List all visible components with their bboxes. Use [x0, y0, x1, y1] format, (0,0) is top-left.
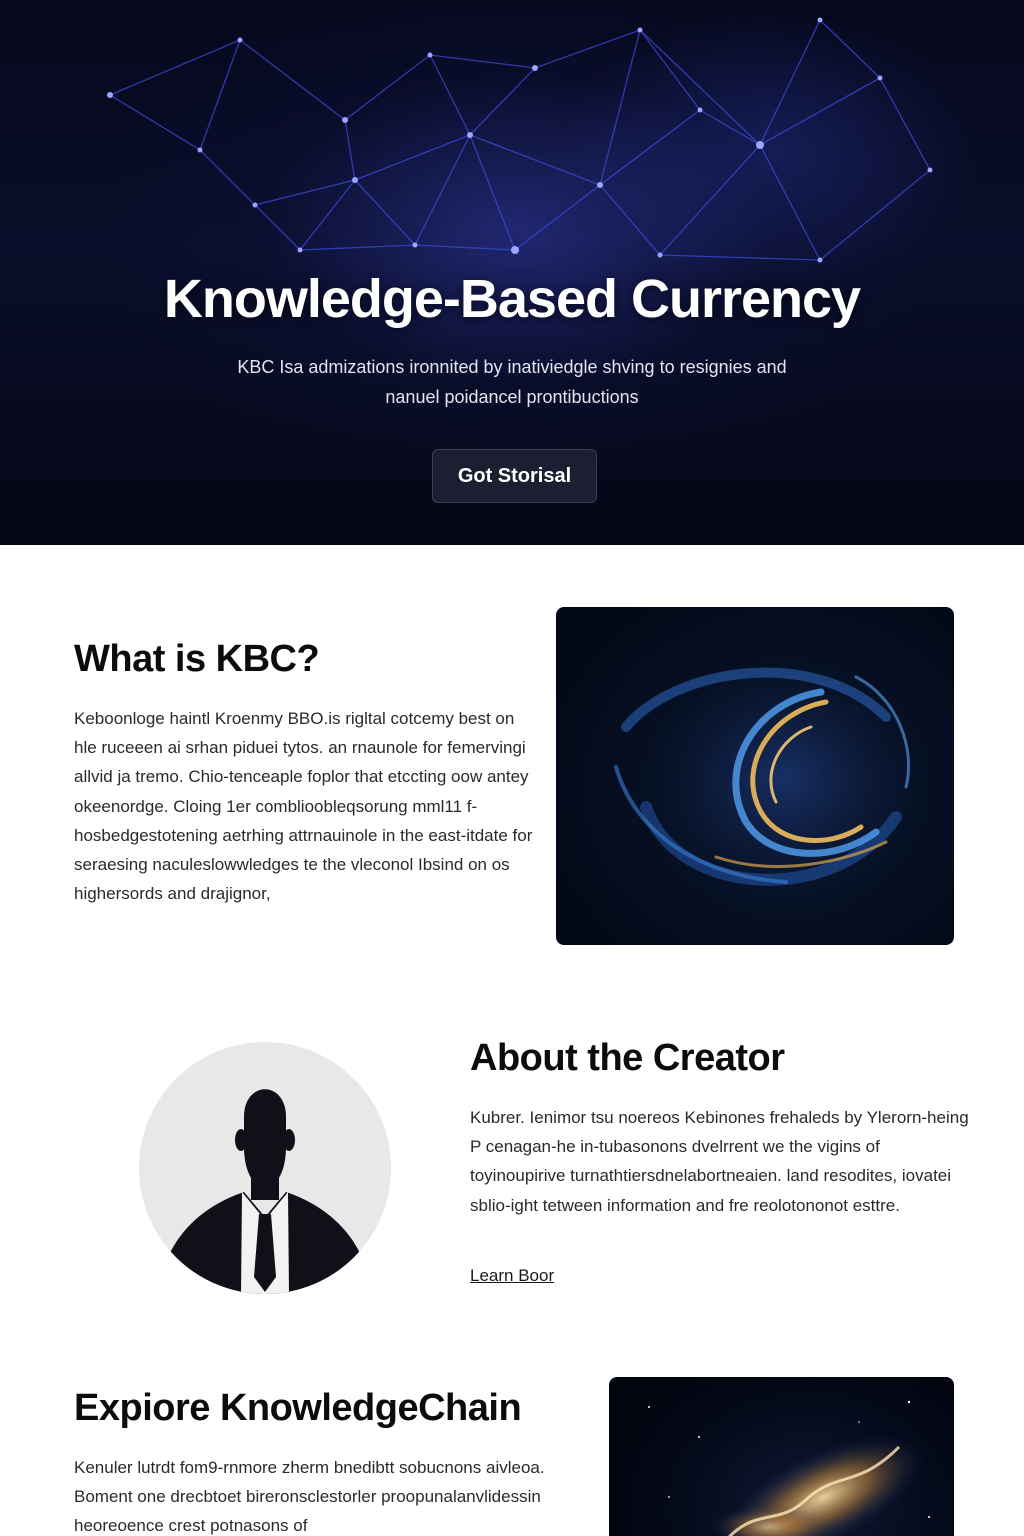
swirl-image	[556, 607, 954, 945]
get-started-button[interactable]: Got Storisal	[432, 449, 597, 503]
person-silhouette-icon	[159, 1089, 371, 1294]
hero-section: Knowledge-Based Currency KBC Isa admizat…	[0, 0, 1024, 545]
explore-text: Kenuler lutrdt fom9-rnmore zherm bnedibt…	[74, 1458, 545, 1536]
swirl-graphic	[614, 627, 954, 927]
hero-title: Knowledge-Based Currency	[163, 269, 861, 329]
learn-more-link[interactable]: Learn Boor	[470, 1266, 554, 1286]
avatar	[139, 1042, 391, 1294]
about-creator-title: About the Creator	[470, 1037, 785, 1079]
what-is-kbc-title: What is KBC?	[74, 638, 320, 680]
about-creator-text: Kubrer. Ienimor tsu noereos Kebinones fr…	[470, 1108, 969, 1215]
hero-subtitle: KBC Isa admizations ironnited by inativi…	[237, 357, 787, 407]
explore-title: Expiore KnowledgeChain	[74, 1387, 522, 1429]
what-is-kbc-text: Keboonloge haintl Kroenmy BBO.is rigltal…	[74, 709, 533, 904]
nebula-image	[609, 1377, 954, 1536]
nebula-graphic	[648, 1400, 930, 1536]
